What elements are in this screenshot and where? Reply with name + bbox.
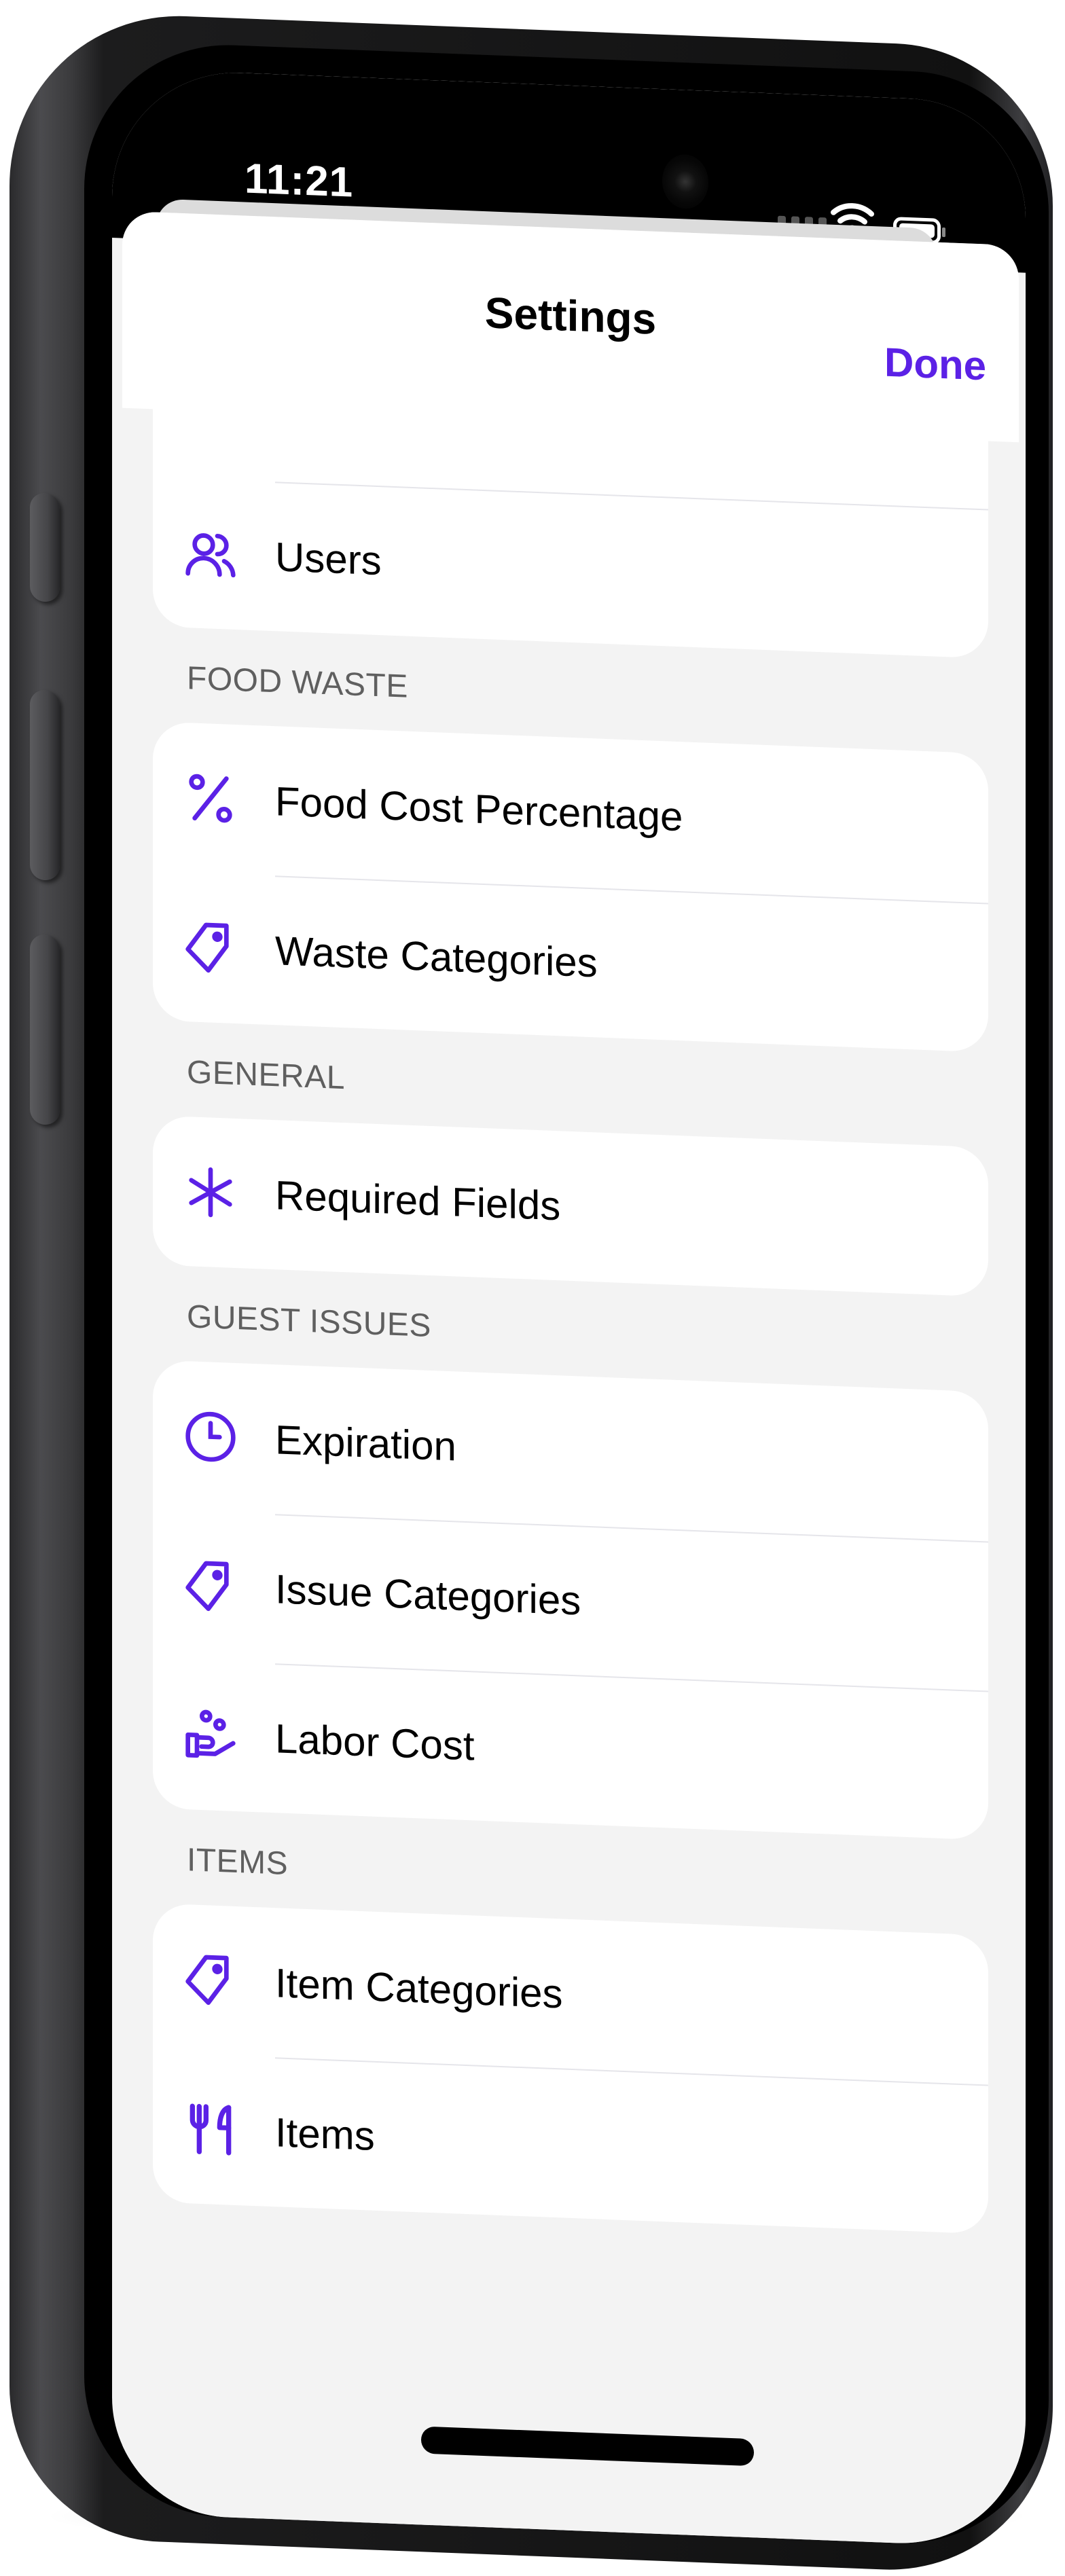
tag-icon [185,922,229,973]
list-item-label: Users [275,533,382,583]
items-group-card: Item Categories Items [153,1903,988,2234]
volume-down-button [30,934,60,1125]
list-item-label: Item Categories [275,1959,563,2016]
users-icon [185,533,236,578]
settings-sheet: Settings Done Invite User Users [122,211,1019,2548]
list-item-label: Labor Cost [275,1715,475,1768]
guest-issues-group-card: Expiration Issue Categories Labor Cost [153,1360,988,1840]
list-item-label: Issue Categories [275,1565,581,1624]
asterisk-icon [189,1167,232,1218]
tag-icon [185,1561,229,1612]
list-item-label: Waste Categories [275,927,598,985]
list-item-items[interactable]: Items [153,2052,988,2234]
list-item-label: Expiration [275,1416,456,1469]
list-item-label: Items [275,2109,375,2159]
done-button[interactable]: Done [884,339,986,390]
list-item-label: Required Fields [275,1172,561,1229]
navigation-bar: Settings Done [122,211,1019,443]
action-button [30,492,60,602]
food-waste-group-card: Food Cost Percentage Waste Categories [153,721,988,1053]
fork-knife-icon [189,2103,232,2156]
percent-icon [189,774,232,823]
list-item-label: Food Cost Percentage [275,778,683,839]
front-camera [662,153,708,210]
phone-screen: 11:21 Settings Done Invite User [112,68,1026,2548]
volume-up-button [30,689,60,881]
status-time: 11:21 [245,155,354,206]
settings-list: Invite User Users FOOD WASTE Food Cost P… [122,320,1019,2236]
hand-coins-icon [185,1709,236,1758]
tag-icon [185,1955,229,2006]
clock-icon [185,1411,236,1462]
